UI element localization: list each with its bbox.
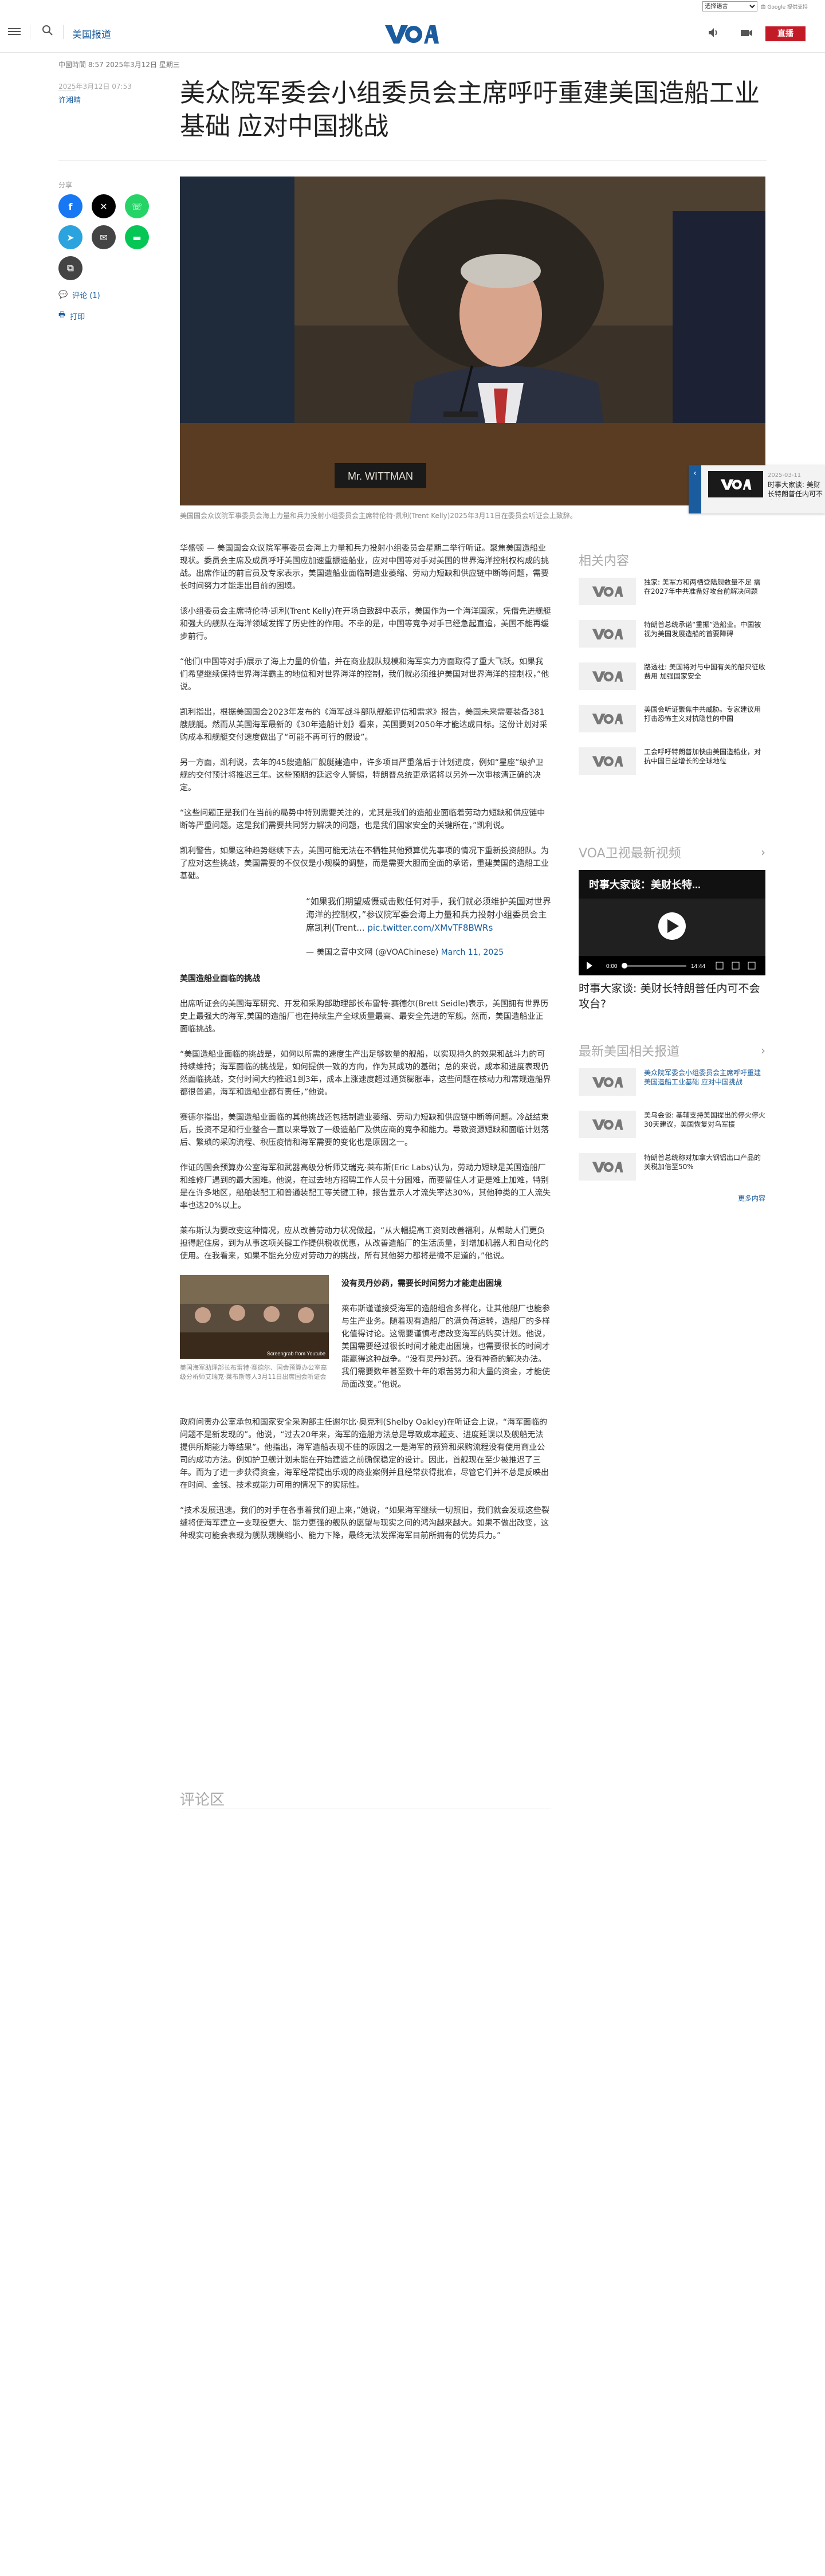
voa-thumb-icon — [579, 705, 636, 732]
voa-thumb-icon — [579, 1068, 636, 1096]
paragraph: 莱布斯谨谨接受海军的造船组合多样化，让其他船厂也能参与生产业务。随着现有造船厂的… — [341, 1304, 550, 1389]
floating-title: 时事大家谈: 美财长特朗普任内可不会攻台? — [768, 481, 823, 500]
whatsapp-icon[interactable]: ☏ — [125, 194, 149, 218]
share-panel: 分享 f ✕ ☏ ➤ ✉ ▬ ⧉ — [58, 180, 162, 280]
subheading: 没有灵丹妙药，需要长时间努力才能走出困境 — [341, 1279, 502, 1288]
related-item[interactable]: 特朗普总统承诺“重振”造船业。中国被视为美国发展造船的首要障碍 — [579, 620, 765, 654]
floating-thumb — [708, 471, 763, 497]
translate-bar: 选择语言 由 Google 提供支持 — [0, 0, 825, 14]
paragraph: 该小组委员会主席特伦特·凯利(Trent Kelly)在开场白致辞中表示，美国作… — [180, 607, 551, 641]
copy-link-icon[interactable]: ⧉ — [58, 256, 82, 280]
line-icon[interactable]: ▬ — [125, 225, 149, 249]
voa-logo[interactable] — [384, 22, 439, 46]
voa-thumb-icon — [579, 578, 636, 605]
tweet-date-link[interactable]: March 11, 2025 — [441, 948, 504, 957]
video-time-start: 0:00 — [606, 963, 618, 970]
hero-caption: 美国国会众议院军事委员会海上力量和兵力投射小组委员会主席特伦特·凯利(Trent… — [180, 512, 577, 520]
tweet-pic-link[interactable]: pic.twitter.com/XMvTF8BWRs — [367, 923, 493, 933]
latest-us-reports: 最新美国相关报道 › 美众院军委会小组委员会主席呼吁重建美国造船工业基础 应对中国… — [579, 1041, 765, 1203]
video-caption[interactable]: 时事大家谈: 美财长特朗普任内可不会攻台? — [579, 981, 765, 1012]
paragraph: 华盛顿 — 美国国会众议院军事委员会海上力量和兵力投射小组委员会星期二举行听证。… — [180, 544, 549, 591]
latest-item[interactable]: 美乌会谈: 基辅支持美国提出的停火停火30天建议，美国恢复对乌军援 — [579, 1111, 765, 1145]
paragraph: 莱布斯认为要改变这种情况，应从改善劳动力状况做起，“从大幅提高工资到改善福利，从… — [180, 1226, 549, 1261]
voa-thumb-icon — [579, 620, 636, 648]
hero-image: Mr. WITTMAN — [180, 177, 765, 505]
menu-icon[interactable] — [8, 26, 21, 37]
latest-item[interactable]: 美众院军委会小组委员会主席呼吁重建美国造船工业基础 应对中国挑战 — [579, 1068, 765, 1103]
facebook-icon[interactable]: f — [58, 194, 82, 218]
meta-divider — [58, 90, 76, 91]
tweet-text: “如果我们期望威慑或击败任何对手，我们就必须维护美国对世界海洋的控制权，”参议院… — [306, 896, 551, 933]
video-overlay-title: 时事大家谈：美财长特... — [589, 879, 701, 891]
search-icon[interactable] — [41, 24, 56, 39]
live-button[interactable]: 直播 — [765, 26, 806, 41]
inline-photo-caption: 美国海军助理部长布雷特·赛德尔、国会预算办公室高级分析师艾瑞克·莱布斯等人3月1… — [180, 1364, 327, 1381]
related-item[interactable]: 美国会听证聚焦中共威胁。专家建议用打击恐怖主义对抗隐性的中国 — [579, 705, 765, 739]
hero-nameplate-text: Mr. WITTMAN — [348, 470, 413, 482]
updated-time: 中國時間 8:57 2025年3月12日 星期三 — [58, 61, 180, 69]
inline-photo-block: Screengrab from Youtube 美国海军助理部长布雷特·赛德尔、… — [180, 1275, 551, 1403]
floating-player[interactable]: ‹ 2025-03-11 时事大家谈: 美财长特朗普任内可不会攻台? — [689, 465, 825, 513]
floating-date: 2025-03-11 — [768, 472, 802, 479]
print-icon: 🖶 — [58, 311, 66, 319]
chevron-right-icon: › — [761, 1044, 765, 1057]
section-link[interactable]: 美国报道 — [72, 26, 111, 41]
video-icon[interactable] — [739, 25, 755, 40]
comments-link[interactable]: 💬 评论 (1) — [58, 289, 100, 300]
voa-thumb-icon — [579, 747, 636, 775]
header-divider — [63, 25, 64, 39]
related-heading: 相关内容 — [579, 554, 630, 568]
voa-thumb-icon — [579, 1153, 636, 1181]
paragraph: 凯利指出，根据美国国会2023年发布的《海军战斗部队舰艇评估和需求》报告，美国未… — [180, 708, 548, 742]
paragraph: “这些问题正是我们在当前的局势中特别需要关注的，尤其是我们的造船业面临着劳动力短… — [180, 809, 545, 830]
paragraph: “美国造船业面临的挑战是，如何以所需的速度生产出足够数量的舰船，以实现持久的效果… — [180, 1050, 551, 1097]
google-powered-label: 由 Google 提供支持 — [760, 4, 808, 10]
x-twitter-icon[interactable]: ✕ — [92, 194, 116, 218]
comment-icon: 💬 — [58, 291, 68, 299]
paragraph: 赛德尔指出，美国造船业面临的其他挑战还包括制造业萎缩、劳动力短缺和供应链中断等问… — [180, 1113, 549, 1147]
more-link[interactable]: 更多内容 — [579, 1193, 765, 1203]
inline-photo: Screengrab from Youtube — [180, 1275, 329, 1359]
telegram-icon[interactable]: ➤ — [58, 225, 82, 249]
latest-video-section: VOA卫视最新视频 › 时事大家谈：美财长特... 0:00 14:44 时事大家… — [579, 842, 765, 1012]
paragraph: “他们(中国等对手)展示了海上力量的价值，并在商业舰队规模和海军实力方面取得了重… — [180, 657, 549, 692]
collapse-arrow-icon[interactable]: ‹ — [689, 465, 701, 513]
subheading: 美国造船业面临的挑战 — [180, 974, 260, 983]
related-item[interactable]: 工会呼吁特朗普加快由美国造船业，对抗中国日益增长的全球地位 — [579, 747, 765, 782]
share-label: 分享 — [58, 181, 73, 189]
related-item[interactable]: 路透社: 美国将对与中国有关的船只征收费用 加强国家安全 — [579, 662, 765, 697]
site-header: 美国报道 直播 — [0, 14, 825, 53]
chevron-right-icon: › — [761, 845, 765, 859]
video-heading[interactable]: VOA卫视最新视频 › — [579, 842, 765, 862]
print-link[interactable]: 🖶 打印 — [58, 309, 100, 322]
paragraph: 另一方面，凯利说，去年的45艘造船厂舰艇建造中，许多项目严重落后于计划进度，例如… — [180, 758, 544, 793]
latest-heading[interactable]: 最新美国相关报道 › — [579, 1041, 765, 1060]
language-select[interactable]: 选择语言 — [702, 1, 757, 11]
voa-thumb-icon — [579, 662, 636, 690]
article-tools: 💬 评论 (1) 🖶 打印 — [58, 289, 100, 331]
paragraph: 政府问责办公室承包和国家安全采购部主任谢尔比·奥克利(Shelby Oakley… — [180, 1418, 549, 1490]
email-icon[interactable]: ✉ — [92, 225, 116, 249]
voa-thumb-icon — [579, 1111, 636, 1138]
embedded-tweet: “如果我们期望威慑或击败任何对手，我们就必须维护美国对世界海洋的控制权，”参议院… — [180, 895, 551, 959]
title-divider — [58, 160, 767, 161]
inline-photo-overlay: Screengrab from Youtube — [267, 1351, 325, 1356]
article-title: 美众院军委会小组委员会主席呼吁重建美国造船工业基础 应对中国挑战 — [180, 79, 760, 140]
article-body: 华盛顿 — 美国国会众议院军事委员会海上力量和兵力投射小组委员会星期二举行听证。… — [180, 542, 551, 1555]
paragraph: 出席听证会的美国海军研究、开发和采购部助理部长布雷特·赛德尔(Brett Sei… — [180, 999, 549, 1034]
comments-heading: 评论区 — [180, 1791, 225, 1809]
related-content: 相关内容 独家: 美军方和两栖登陆舰数量不足 需在2027年中共准备好攻台前解决… — [579, 550, 765, 782]
paragraph: “技术发展迅速。我们的对手在各事着我们迎上来，”她说，“如果海军继续一切照旧，我… — [180, 1506, 549, 1540]
video-player[interactable]: 时事大家谈：美财长特... 0:00 14:44 — [579, 870, 765, 975]
latest-item[interactable]: 特朗普总统称对加拿大钢铝出口产品的关税加倍至50% — [579, 1153, 765, 1187]
audio-icon[interactable] — [706, 25, 722, 40]
paragraph: 作证的国会预算办公室海军和武器高级分析师艾瑞克·莱布斯(Eric Labs)认为… — [180, 1163, 551, 1210]
paragraph: 凯利警告，如果这种趋势继续下去，美国可能无法在不牺牲其他预算优先事项的情况下重新… — [180, 846, 549, 881]
related-item[interactable]: 独家: 美军方和两栖登陆舰数量不足 需在2027年中共准备好攻台前解决问题 — [579, 578, 765, 612]
author-link[interactable]: 许湘晴 — [58, 94, 81, 105]
video-time-end: 14:44 — [691, 963, 705, 970]
tweet-source: — 美国之音中文网 (@VOAChinese) March 11, 2025 — [306, 948, 504, 957]
